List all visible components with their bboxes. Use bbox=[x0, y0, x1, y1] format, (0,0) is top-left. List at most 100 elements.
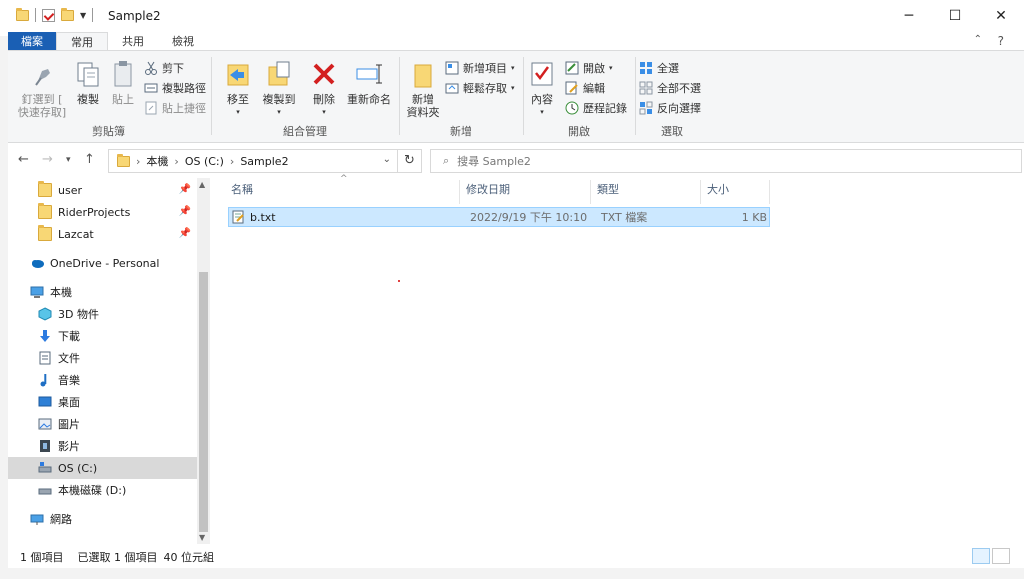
address-bar[interactable]: › 本機 › OS (C:) › Sample2 ⌄ bbox=[108, 149, 398, 173]
nav-item-desktop[interactable]: 桌面 bbox=[8, 391, 197, 413]
copy-to-icon bbox=[265, 59, 293, 89]
scrollbar-thumb[interactable] bbox=[199, 272, 208, 532]
background-window-edge bbox=[0, 568, 1024, 579]
navigation-pane: user 📌 RiderProjects 📌 Lazcat 📌 OneDrive… bbox=[8, 178, 210, 544]
refresh-button[interactable]: ↻ bbox=[398, 149, 422, 173]
group-label: 剪貼簿 bbox=[92, 125, 125, 138]
column-header-type[interactable]: 類型 bbox=[591, 180, 701, 204]
nav-item-user[interactable]: user 📌 bbox=[8, 179, 197, 201]
drive-icon bbox=[38, 483, 52, 497]
select-all-button[interactable]: 全選 bbox=[639, 59, 679, 77]
nav-item-os-c[interactable]: OS (C:) bbox=[8, 457, 197, 479]
computer-icon bbox=[30, 285, 44, 299]
edit-button[interactable]: 編輯 bbox=[565, 79, 605, 97]
breadcrumb-this-pc[interactable]: 本機 bbox=[146, 153, 168, 169]
properties-label: 內容 bbox=[531, 93, 553, 106]
group-label: 新增 bbox=[450, 125, 472, 138]
nav-item-local-disk-d[interactable]: 本機磁碟 (D:) bbox=[8, 479, 197, 501]
move-to-button[interactable]: 移至 ▾ bbox=[221, 59, 255, 119]
open-button[interactable]: 開啟 ▾ bbox=[565, 59, 613, 77]
back-arrow-icon[interactable]: ← bbox=[18, 152, 29, 167]
nav-item-network[interactable]: 網路 bbox=[8, 508, 197, 530]
nav-item-pictures[interactable]: 圖片 bbox=[8, 413, 197, 435]
new-item-button[interactable]: 新增項目 ▾ bbox=[445, 59, 515, 77]
nav-item-music[interactable]: 音樂 bbox=[8, 369, 197, 391]
pin-quick-access-button[interactable]: 釘選到 [ 快速存取] bbox=[16, 59, 68, 119]
maximize-button[interactable]: ☐ bbox=[932, 0, 978, 32]
tab-file[interactable]: 檔案 bbox=[8, 32, 56, 51]
nav-item-this-pc[interactable]: 本機 bbox=[8, 281, 197, 303]
history-icon bbox=[565, 101, 579, 115]
tab-view[interactable]: 檢視 bbox=[158, 32, 208, 51]
recent-locations-chevron-icon[interactable]: ▾ bbox=[66, 155, 71, 165]
move-to-label: 移至 bbox=[227, 93, 249, 106]
nav-item-riderprojects[interactable]: RiderProjects 📌 bbox=[8, 201, 197, 223]
details-view-button[interactable] bbox=[972, 548, 990, 564]
search-box[interactable]: ⌕ 搜尋 Sample2 bbox=[430, 149, 1022, 173]
rename-button[interactable]: 重新命名 bbox=[345, 59, 393, 106]
close-button[interactable]: ✕ bbox=[978, 0, 1024, 32]
new-folder-qat-icon[interactable] bbox=[61, 7, 74, 21]
move-to-icon bbox=[224, 59, 252, 89]
properties-qat-icon[interactable] bbox=[42, 8, 55, 22]
forward-arrow-icon[interactable]: → bbox=[42, 152, 53, 167]
copy-to-label: 複製到 bbox=[262, 93, 296, 106]
nav-item-label: 文件 bbox=[58, 352, 80, 365]
column-header-modified[interactable]: 修改日期 bbox=[460, 180, 591, 204]
new-item-label: 新增項目 bbox=[463, 62, 507, 75]
cut-button[interactable]: 剪下 bbox=[144, 59, 184, 77]
navigation-bar: ← → ▾ ↑ › 本機 › OS (C:) › Sample2 ⌄ ↻ ⌕ 搜… bbox=[8, 146, 1024, 174]
nav-item-onedrive[interactable]: OneDrive - Personal bbox=[8, 252, 197, 274]
file-modified: 2022/9/19 下午 10:10 bbox=[470, 211, 588, 224]
nav-item-documents[interactable]: 文件 bbox=[8, 347, 197, 369]
folder-icon bbox=[38, 203, 52, 219]
nav-item-label: 網路 bbox=[50, 513, 72, 526]
rename-icon bbox=[355, 59, 383, 89]
new-folder-button[interactable]: 新增 資料夾 bbox=[403, 59, 443, 119]
selection-count: 已選取 1 個項目 bbox=[77, 551, 158, 564]
copy-path-button[interactable]: 複製路徑 bbox=[144, 79, 206, 97]
help-button[interactable]: ? bbox=[998, 34, 1004, 48]
title-bar: ▼ Sample2 ─ ☐ ✕ bbox=[8, 0, 1024, 32]
nav-pane-scrollbar[interactable]: ▲ ▼ bbox=[197, 178, 210, 544]
delete-button[interactable]: 刪除 ▾ bbox=[309, 59, 339, 119]
breadcrumb-sample2[interactable]: Sample2 bbox=[240, 155, 288, 168]
file-row[interactable]: b.txt 2022/9/19 下午 10:10 TXT 檔案 1 KB bbox=[228, 207, 770, 227]
breadcrumb-os-c[interactable]: OS (C:) bbox=[185, 155, 224, 168]
select-none-label: 全部不選 bbox=[657, 82, 701, 95]
scroll-up-icon[interactable]: ▲ bbox=[199, 180, 205, 189]
nav-item-lazcat[interactable]: Lazcat 📌 bbox=[8, 223, 197, 245]
folder-icon bbox=[38, 181, 52, 197]
breadcrumb-separator-icon: › bbox=[136, 154, 141, 168]
up-arrow-icon[interactable]: ↑ bbox=[84, 152, 95, 167]
minimize-button[interactable]: ─ bbox=[886, 0, 932, 32]
breadcrumb-separator-icon: › bbox=[174, 154, 179, 168]
select-none-button[interactable]: 全部不選 bbox=[639, 79, 701, 97]
customize-qat-chevron-icon[interactable]: ▼ bbox=[80, 11, 86, 20]
paste-shortcut-button[interactable]: 貼上捷徑 bbox=[144, 99, 206, 117]
invert-selection-icon bbox=[639, 101, 653, 115]
paste-button[interactable]: 貼上 bbox=[108, 59, 138, 106]
nav-item-3d-objects[interactable]: 3D 物件 bbox=[8, 303, 197, 325]
copy-to-button[interactable]: 複製到 ▾ bbox=[259, 59, 299, 119]
copy-button[interactable]: 複製 bbox=[70, 59, 106, 106]
nav-item-downloads[interactable]: 下載 bbox=[8, 325, 197, 347]
tab-share[interactable]: 共用 bbox=[108, 32, 158, 51]
chevron-down-icon: ▾ bbox=[609, 64, 613, 72]
collapse-ribbon-icon[interactable]: ⌃ bbox=[974, 34, 982, 45]
large-icons-view-button[interactable] bbox=[992, 548, 1010, 564]
column-header-name[interactable]: 名稱 bbox=[225, 180, 460, 204]
address-dropdown-chevron-icon[interactable]: ⌄ bbox=[383, 154, 391, 165]
chevron-down-icon: ▾ bbox=[322, 108, 326, 116]
scroll-down-icon[interactable]: ▼ bbox=[199, 533, 205, 542]
easy-access-button[interactable]: 輕鬆存取 ▾ bbox=[445, 79, 515, 97]
column-header-size[interactable]: 大小 bbox=[701, 180, 770, 204]
history-button[interactable]: 歷程記錄 bbox=[565, 99, 627, 117]
properties-button[interactable]: 內容 ▾ bbox=[527, 59, 557, 119]
nav-item-videos[interactable]: 影片 bbox=[8, 435, 197, 457]
nav-item-label: 圖片 bbox=[58, 418, 80, 431]
invert-selection-button[interactable]: 反向選擇 bbox=[639, 99, 701, 117]
chevron-down-icon: ▾ bbox=[540, 108, 544, 116]
divider bbox=[635, 57, 636, 135]
tab-home[interactable]: 常用 bbox=[56, 32, 108, 51]
